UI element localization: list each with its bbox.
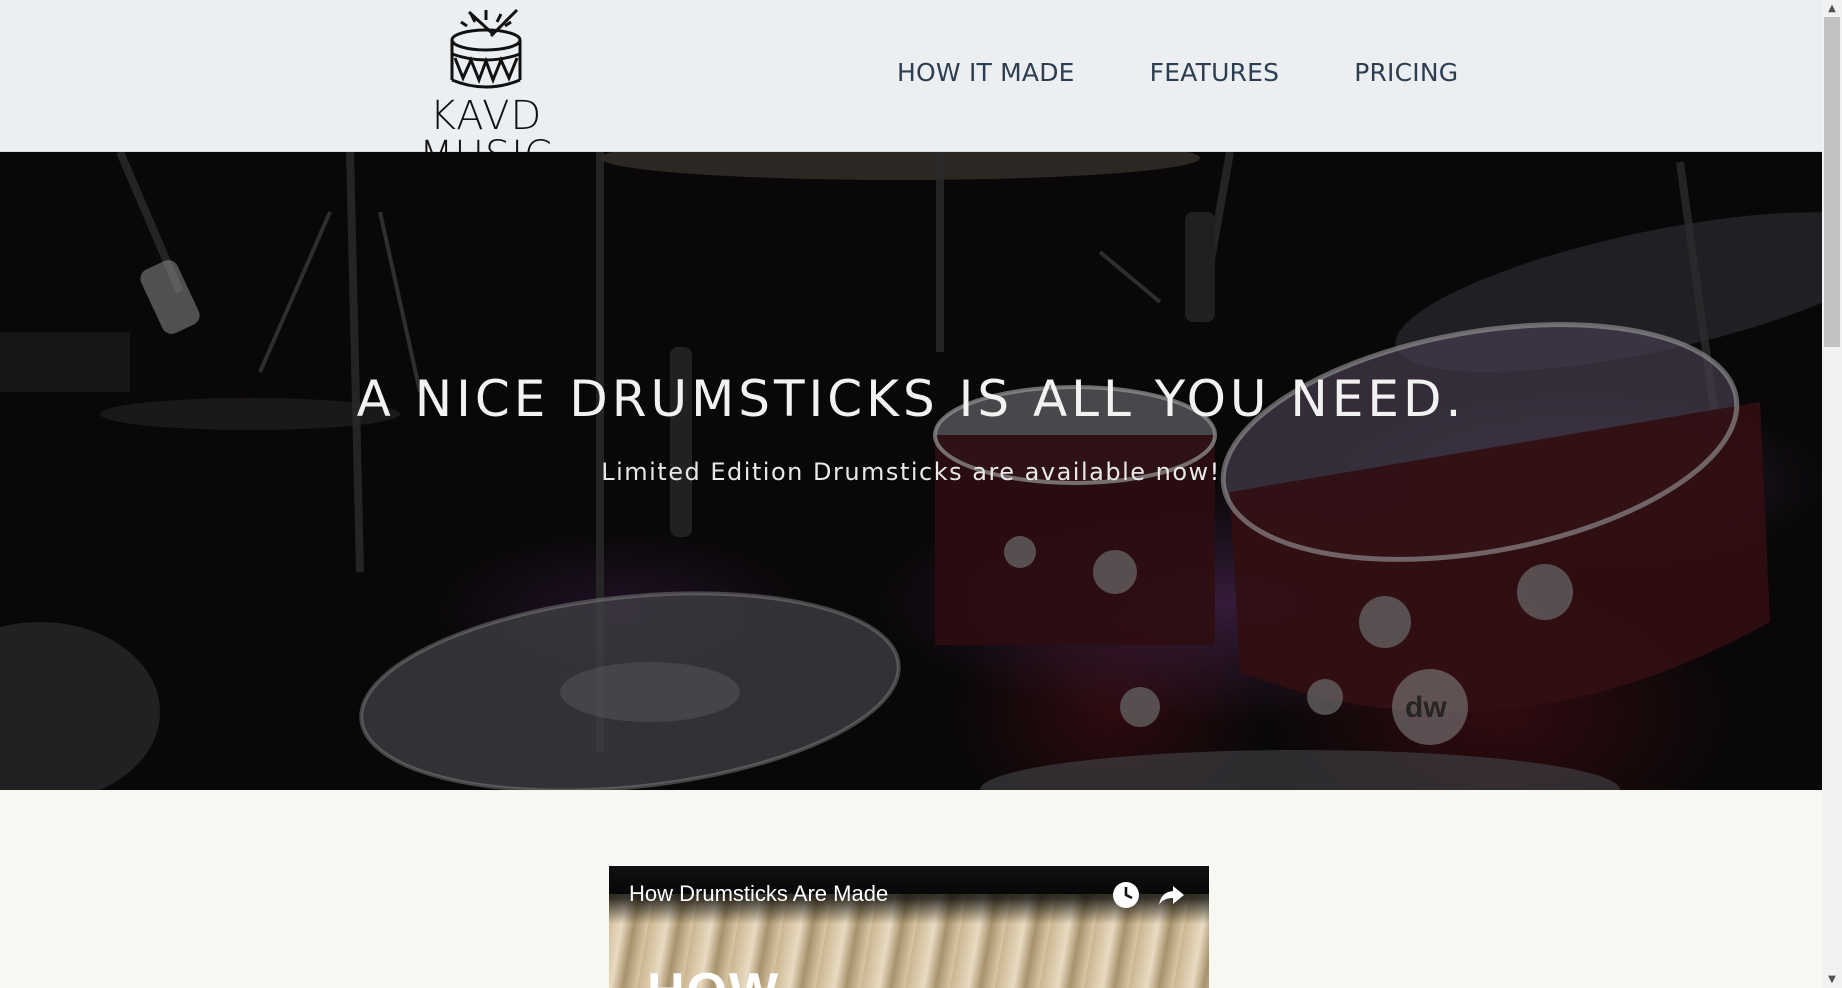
hero-section: dw A NICE DRUMSTICKS IS ALL YOU NEED. Li…	[0, 152, 1822, 790]
video-thumbnail-text: HOW	[647, 962, 780, 988]
nav-features[interactable]: FEATURES	[1150, 58, 1280, 87]
page-scrollbar[interactable]: ▲ ▼	[1822, 0, 1842, 988]
video-player[interactable]: How Drumsticks Are Made HOW	[609, 866, 1209, 988]
share-icon[interactable]	[1156, 880, 1186, 910]
nav-how-it-made[interactable]: HOW IT MADE	[897, 58, 1075, 87]
nav-pricing[interactable]: PRICING	[1354, 58, 1458, 87]
video-title[interactable]: How Drumsticks Are Made	[629, 881, 888, 907]
main-nav: HOW IT MADE FEATURES PRICING	[897, 58, 1458, 87]
logo[interactable]: KAVD MUSIC	[368, 8, 604, 176]
scroll-up-arrow-icon[interactable]: ▲	[1822, 0, 1842, 17]
site-header: KAVD MUSIC HOW IT MADE FEATURES PRICING	[0, 0, 1822, 176]
scrollbar-thumb[interactable]	[1824, 17, 1840, 347]
watch-later-icon[interactable]	[1111, 880, 1141, 910]
hero-subtitle: Limited Edition Drumsticks are available…	[601, 458, 1221, 486]
hero-title: A NICE DRUMSTICKS IS ALL YOU NEED.	[356, 370, 1466, 428]
scroll-down-arrow-icon[interactable]: ▼	[1822, 971, 1842, 988]
drum-logo-icon	[450, 8, 522, 89]
